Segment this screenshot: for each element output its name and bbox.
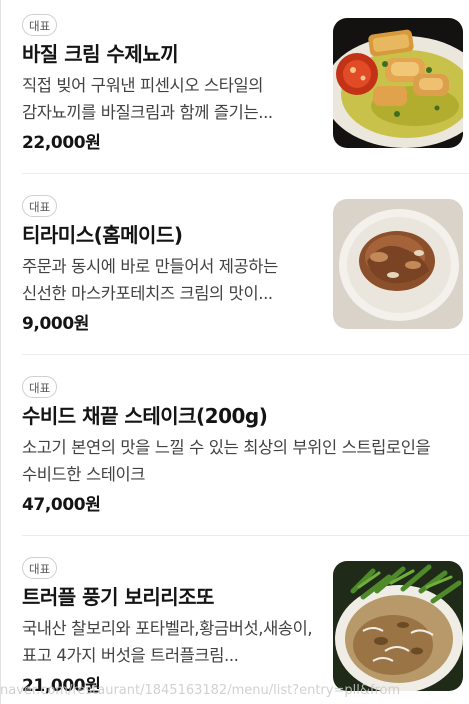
menu-item-description: 주문과 동시에 바로 만들어서 제공하는 신선한 마스카포테치즈 크림의 맛이.… xyxy=(22,257,278,303)
menu-item-price: 47,000원 xyxy=(22,495,101,515)
menu-item-basil-gnocchi[interactable]: 대표 바질 크림 수제뇨끼 직접 빚어 구워낸 피센시오 스타일의 감자뇨끼를 … xyxy=(0,14,469,174)
tiramisu-image xyxy=(333,199,463,329)
menu-item-price: 9,000원 xyxy=(22,314,90,334)
item-divider xyxy=(22,354,469,355)
gnocchi-dish-photo[interactable] xyxy=(333,18,463,148)
gnocchi-image xyxy=(333,18,463,148)
menu-item-price: 21,000원 xyxy=(22,676,101,696)
risotto-image xyxy=(333,561,463,691)
menu-item-price: 22,000원 xyxy=(22,133,101,153)
tiramisu-dish-photo[interactable] xyxy=(333,199,463,329)
menu-item-name: 트러플 풍기 보리리조또 xyxy=(22,585,214,609)
menu-item-description: 국내산 찰보리와 포타벨라,황금버섯,새송이,표고 4가지 버섯을 트러플크림.… xyxy=(22,619,313,665)
signature-badge: 대표 xyxy=(22,195,58,217)
signature-badge: 대표 xyxy=(22,376,58,398)
item-divider xyxy=(22,535,469,536)
menu-item-name: 바질 크림 수제뇨끼 xyxy=(22,42,179,66)
risotto-dish-photo[interactable] xyxy=(333,561,463,691)
signature-badge: 대표 xyxy=(22,557,58,579)
menu-item-sous-vide-steak[interactable]: 대표 수비드 채끝 스테이크(200g) 소고기 본연의 맛을 느낄 수 있는 … xyxy=(0,376,469,536)
menu-item-name: 수비드 채끝 스테이크(200g) xyxy=(22,404,268,428)
menu-item-truffle-risotto[interactable]: 대표 트러플 풍기 보리리조또 국내산 찰보리와 포타벨라,황금버섯,새송이,표… xyxy=(0,557,469,704)
menu-item-name: 티라미스(홈메이드) xyxy=(22,223,183,247)
item-divider xyxy=(22,173,469,174)
menu-item-description: 소고기 본연의 맛을 느낄 수 있는 최상의 부위인 스트립로인을 수비드한 스… xyxy=(22,438,431,484)
menu-item-tiramisu[interactable]: 대표 티라미스(홈메이드) 주문과 동시에 바로 만들어서 제공하는 신선한 마… xyxy=(0,195,469,355)
signature-badge: 대표 xyxy=(22,14,58,36)
menu-item-description: 직접 빚어 구워낸 피센시오 스타일의 감자뇨끼를 바질크림과 함께 즐기는..… xyxy=(22,76,273,122)
